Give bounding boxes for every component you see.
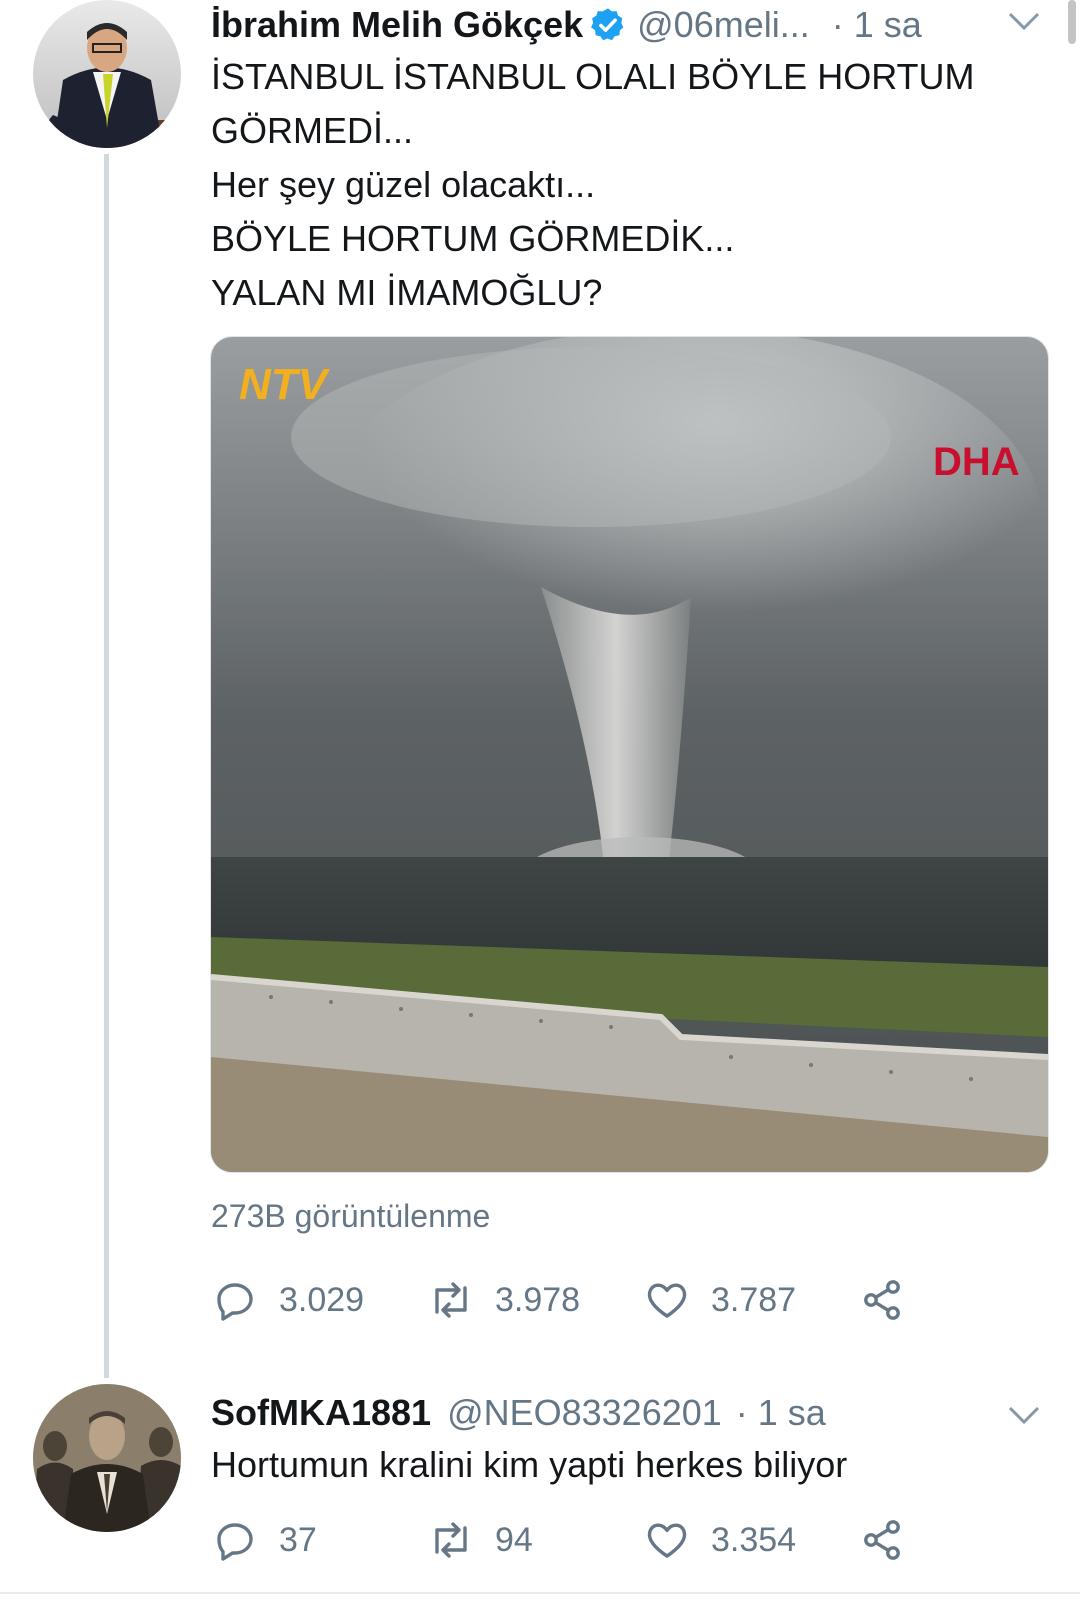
dha-logo: DHA bbox=[933, 440, 1020, 484]
handle[interactable]: @06meli... bbox=[637, 4, 810, 46]
retweet-count: 94 bbox=[495, 1520, 533, 1559]
tweet-text: İSTANBUL İSTANBUL OLALI BÖYLE HORTUM GÖR… bbox=[211, 50, 1041, 320]
reply-icon bbox=[217, 1283, 253, 1321]
timeline-divider bbox=[0, 1592, 1080, 1594]
retweet-icon bbox=[435, 1522, 467, 1558]
retweet-button[interactable]: 94 bbox=[427, 1510, 533, 1570]
like-button[interactable]: 3.354 bbox=[643, 1510, 796, 1570]
reply-count: 3.029 bbox=[279, 1280, 365, 1319]
like-count: 3.787 bbox=[711, 1280, 797, 1319]
heart-icon bbox=[647, 1283, 687, 1318]
action-bar: 3.029 3.978 3.787 bbox=[211, 1270, 931, 1330]
tweet-line: YALAN MI İMAMOĞLU? bbox=[211, 272, 603, 313]
avatar[interactable] bbox=[33, 0, 181, 148]
timestamp[interactable]: · 1 sa bbox=[736, 1392, 826, 1434]
tweet-line: İSTANBUL İSTANBUL OLALI BÖYLE HORTUM GÖR… bbox=[211, 56, 975, 151]
reply-icon bbox=[217, 1523, 253, 1561]
tweet-line: Her şey güzel olacaktı... bbox=[211, 164, 596, 205]
retweet-icon bbox=[435, 1282, 467, 1318]
reply-button[interactable]: 3.029 bbox=[211, 1270, 364, 1330]
tweet-media-video[interactable]: NTV DHA bbox=[210, 336, 1049, 1173]
display-name[interactable]: İbrahim Melih Gökçek bbox=[211, 4, 583, 46]
share-button[interactable] bbox=[859, 1270, 927, 1330]
reply-button[interactable]: 37 bbox=[211, 1510, 317, 1570]
share-icon bbox=[864, 1280, 900, 1320]
chevron-down-icon[interactable] bbox=[1006, 8, 1042, 36]
tornado-image: NTV DHA bbox=[211, 337, 1048, 1172]
tweet-line: BÖYLE HORTUM GÖRMEDİK... bbox=[211, 218, 735, 259]
tweet-2[interactable]: SofMKA1881 @NEO83326201 · 1 sa Hortumun … bbox=[0, 1384, 1080, 1594]
handle[interactable]: @NEO83326201 bbox=[447, 1392, 722, 1434]
display-name[interactable]: SofMKA1881 bbox=[211, 1392, 431, 1434]
tweet-1[interactable]: İbrahim Melih Gökçek @06meli... · 1 sa İ… bbox=[0, 0, 1080, 1378]
action-bar: 37 94 3.354 bbox=[211, 1510, 931, 1570]
like-count: 3.354 bbox=[711, 1520, 797, 1559]
thread-line bbox=[104, 154, 109, 1378]
share-button[interactable] bbox=[859, 1510, 927, 1570]
reply-count: 37 bbox=[279, 1520, 317, 1559]
chevron-down-icon[interactable] bbox=[1006, 1402, 1042, 1430]
view-count[interactable]: 273B görüntülenme bbox=[211, 1198, 490, 1235]
verified-badge-icon bbox=[591, 8, 624, 41]
heart-icon bbox=[647, 1523, 687, 1558]
share-icon bbox=[864, 1520, 900, 1560]
timestamp[interactable]: · 1 sa bbox=[832, 4, 922, 46]
avatar[interactable] bbox=[33, 1384, 181, 1532]
retweet-button[interactable]: 3.978 bbox=[427, 1270, 580, 1330]
tweet-header: İbrahim Melih Gökçek @06meli... · 1 sa bbox=[211, 0, 922, 50]
like-button[interactable]: 3.787 bbox=[643, 1270, 796, 1330]
tweet-header: SofMKA1881 @NEO83326201 · 1 sa bbox=[211, 1388, 826, 1438]
retweet-count: 3.978 bbox=[495, 1280, 581, 1319]
tweet-text: Hortumun kralini kim yapti herkes biliyo… bbox=[211, 1444, 848, 1485]
ntv-logo: NTV bbox=[239, 360, 331, 409]
